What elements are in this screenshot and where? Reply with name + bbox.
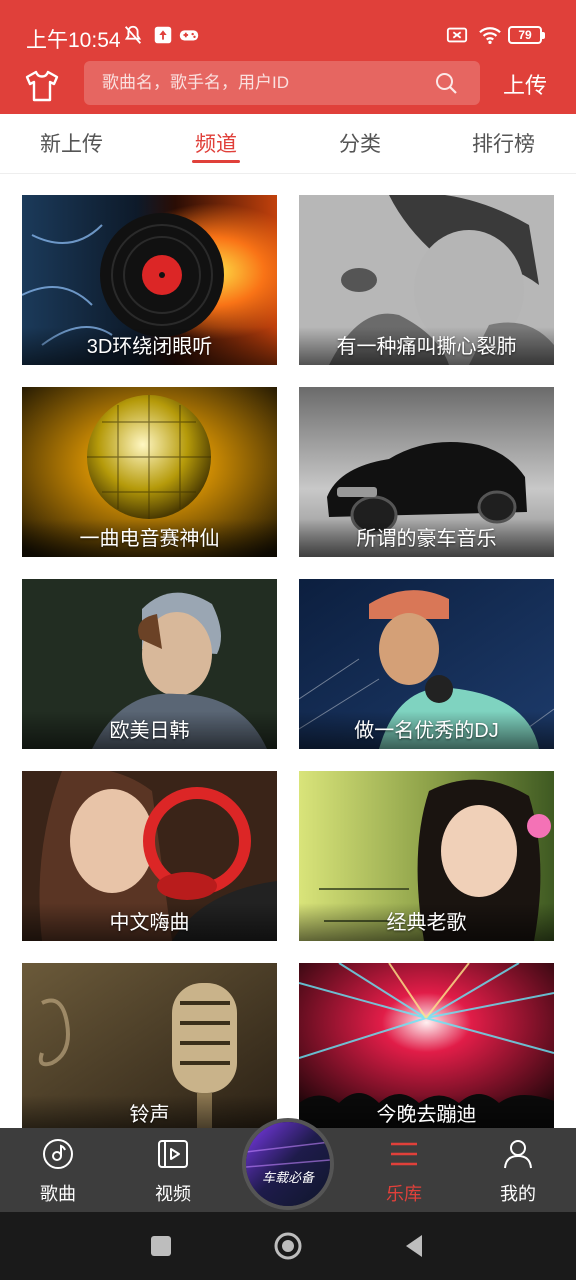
tab-categories[interactable]: 分类 [339,128,381,158]
channel-title: 一曲电音赛神仙 [79,528,220,550]
now-playing-cover-text: 车载必备 [262,1171,316,1186]
tab-bar: 新上传 频道 分类 排行榜 [0,114,576,174]
tab-channels[interactable]: 频道 [195,128,237,158]
app-bar: 上传 [0,61,576,114]
channel-card[interactable]: 经典老歌 [299,771,554,941]
tab-active-indicator [192,160,240,163]
silent-bell-icon [124,25,142,44]
now-playing-disc-button[interactable]: 车载必备 [242,1118,334,1210]
channel-title: 今晚去蹦迪 [376,1104,477,1126]
channel-card[interactable]: 铃声 [22,963,277,1128]
status-bar: 上午10:54 79 [0,0,576,64]
status-time: 上午10:54 [26,29,121,52]
library-menu-icon [391,1142,417,1166]
wifi-icon [479,27,501,44]
channel-title: 做一名优秀的DJ [354,720,499,742]
nav-label: 视频 [155,1184,191,1204]
channel-title: 中文嗨曲 [109,912,190,934]
tab-rankings[interactable]: 排行榜 [472,128,535,158]
search-box [84,61,480,105]
search-input[interactable] [102,61,422,105]
channel-title: 3D环绕闭眼听 [86,336,213,358]
tshirt-icon[interactable] [24,68,60,104]
channel-title: 经典老歌 [386,912,467,934]
channel-card[interactable]: 欧美日韩 [22,579,277,749]
header: 上午10:54 79 歌曲名，歌手名，用户ID 上传 [0,0,576,114]
nav-videos[interactable]: 视频 [133,1128,213,1212]
video-icon [158,1140,188,1168]
disc-icon [43,1139,73,1169]
channel-card[interactable]: 有一种痛叫撕心裂肺 [299,195,554,365]
upload-box-icon [154,26,172,44]
channel-card[interactable]: 一曲电音赛神仙 [22,387,277,557]
search-icon[interactable] [434,71,458,95]
channel-title: 所谓的豪车音乐 [356,528,497,550]
channel-card[interactable]: 3D环绕闭眼听 [22,195,277,365]
no-sim-icon [446,27,468,43]
channel-card[interactable]: 今晚去蹦迪 [299,963,554,1128]
channel-title: 有一种痛叫撕心裂肺 [336,336,517,358]
nav-label: 乐库 [386,1184,422,1204]
battery-icon: 79 [508,26,545,44]
nav-library[interactable]: 乐库 [364,1128,444,1212]
channel-grid: 3D环绕闭眼听 有一种痛叫撕心裂肺 一曲电音赛神仙 所谓的豪车音乐 欧美日韩 做… [0,174,576,1128]
now-playing-cover-image: 车载必备 [246,1122,330,1206]
upload-button[interactable]: 上传 [503,68,547,100]
nav-label: 我的 [500,1184,536,1204]
channel-title: 欧美日韩 [109,720,190,742]
nav-label: 歌曲 [40,1184,76,1204]
user-icon [504,1140,532,1169]
channel-card[interactable]: 中文嗨曲 [22,771,277,941]
nav-mine[interactable]: 我的 [478,1128,558,1212]
channel-card[interactable]: 做一名优秀的DJ [299,579,554,749]
recent-apps-icon[interactable] [145,1230,177,1262]
tab-new-uploads[interactable]: 新上传 [40,128,103,158]
nav-songs[interactable]: 歌曲 [18,1128,98,1212]
channel-card[interactable]: 所谓的豪车音乐 [299,387,554,557]
system-navigation-bar [0,1212,576,1280]
back-icon[interactable] [398,1230,430,1262]
gamepad-icon [179,30,199,41]
channel-title: 铃声 [129,1104,170,1126]
home-icon[interactable] [272,1230,304,1262]
